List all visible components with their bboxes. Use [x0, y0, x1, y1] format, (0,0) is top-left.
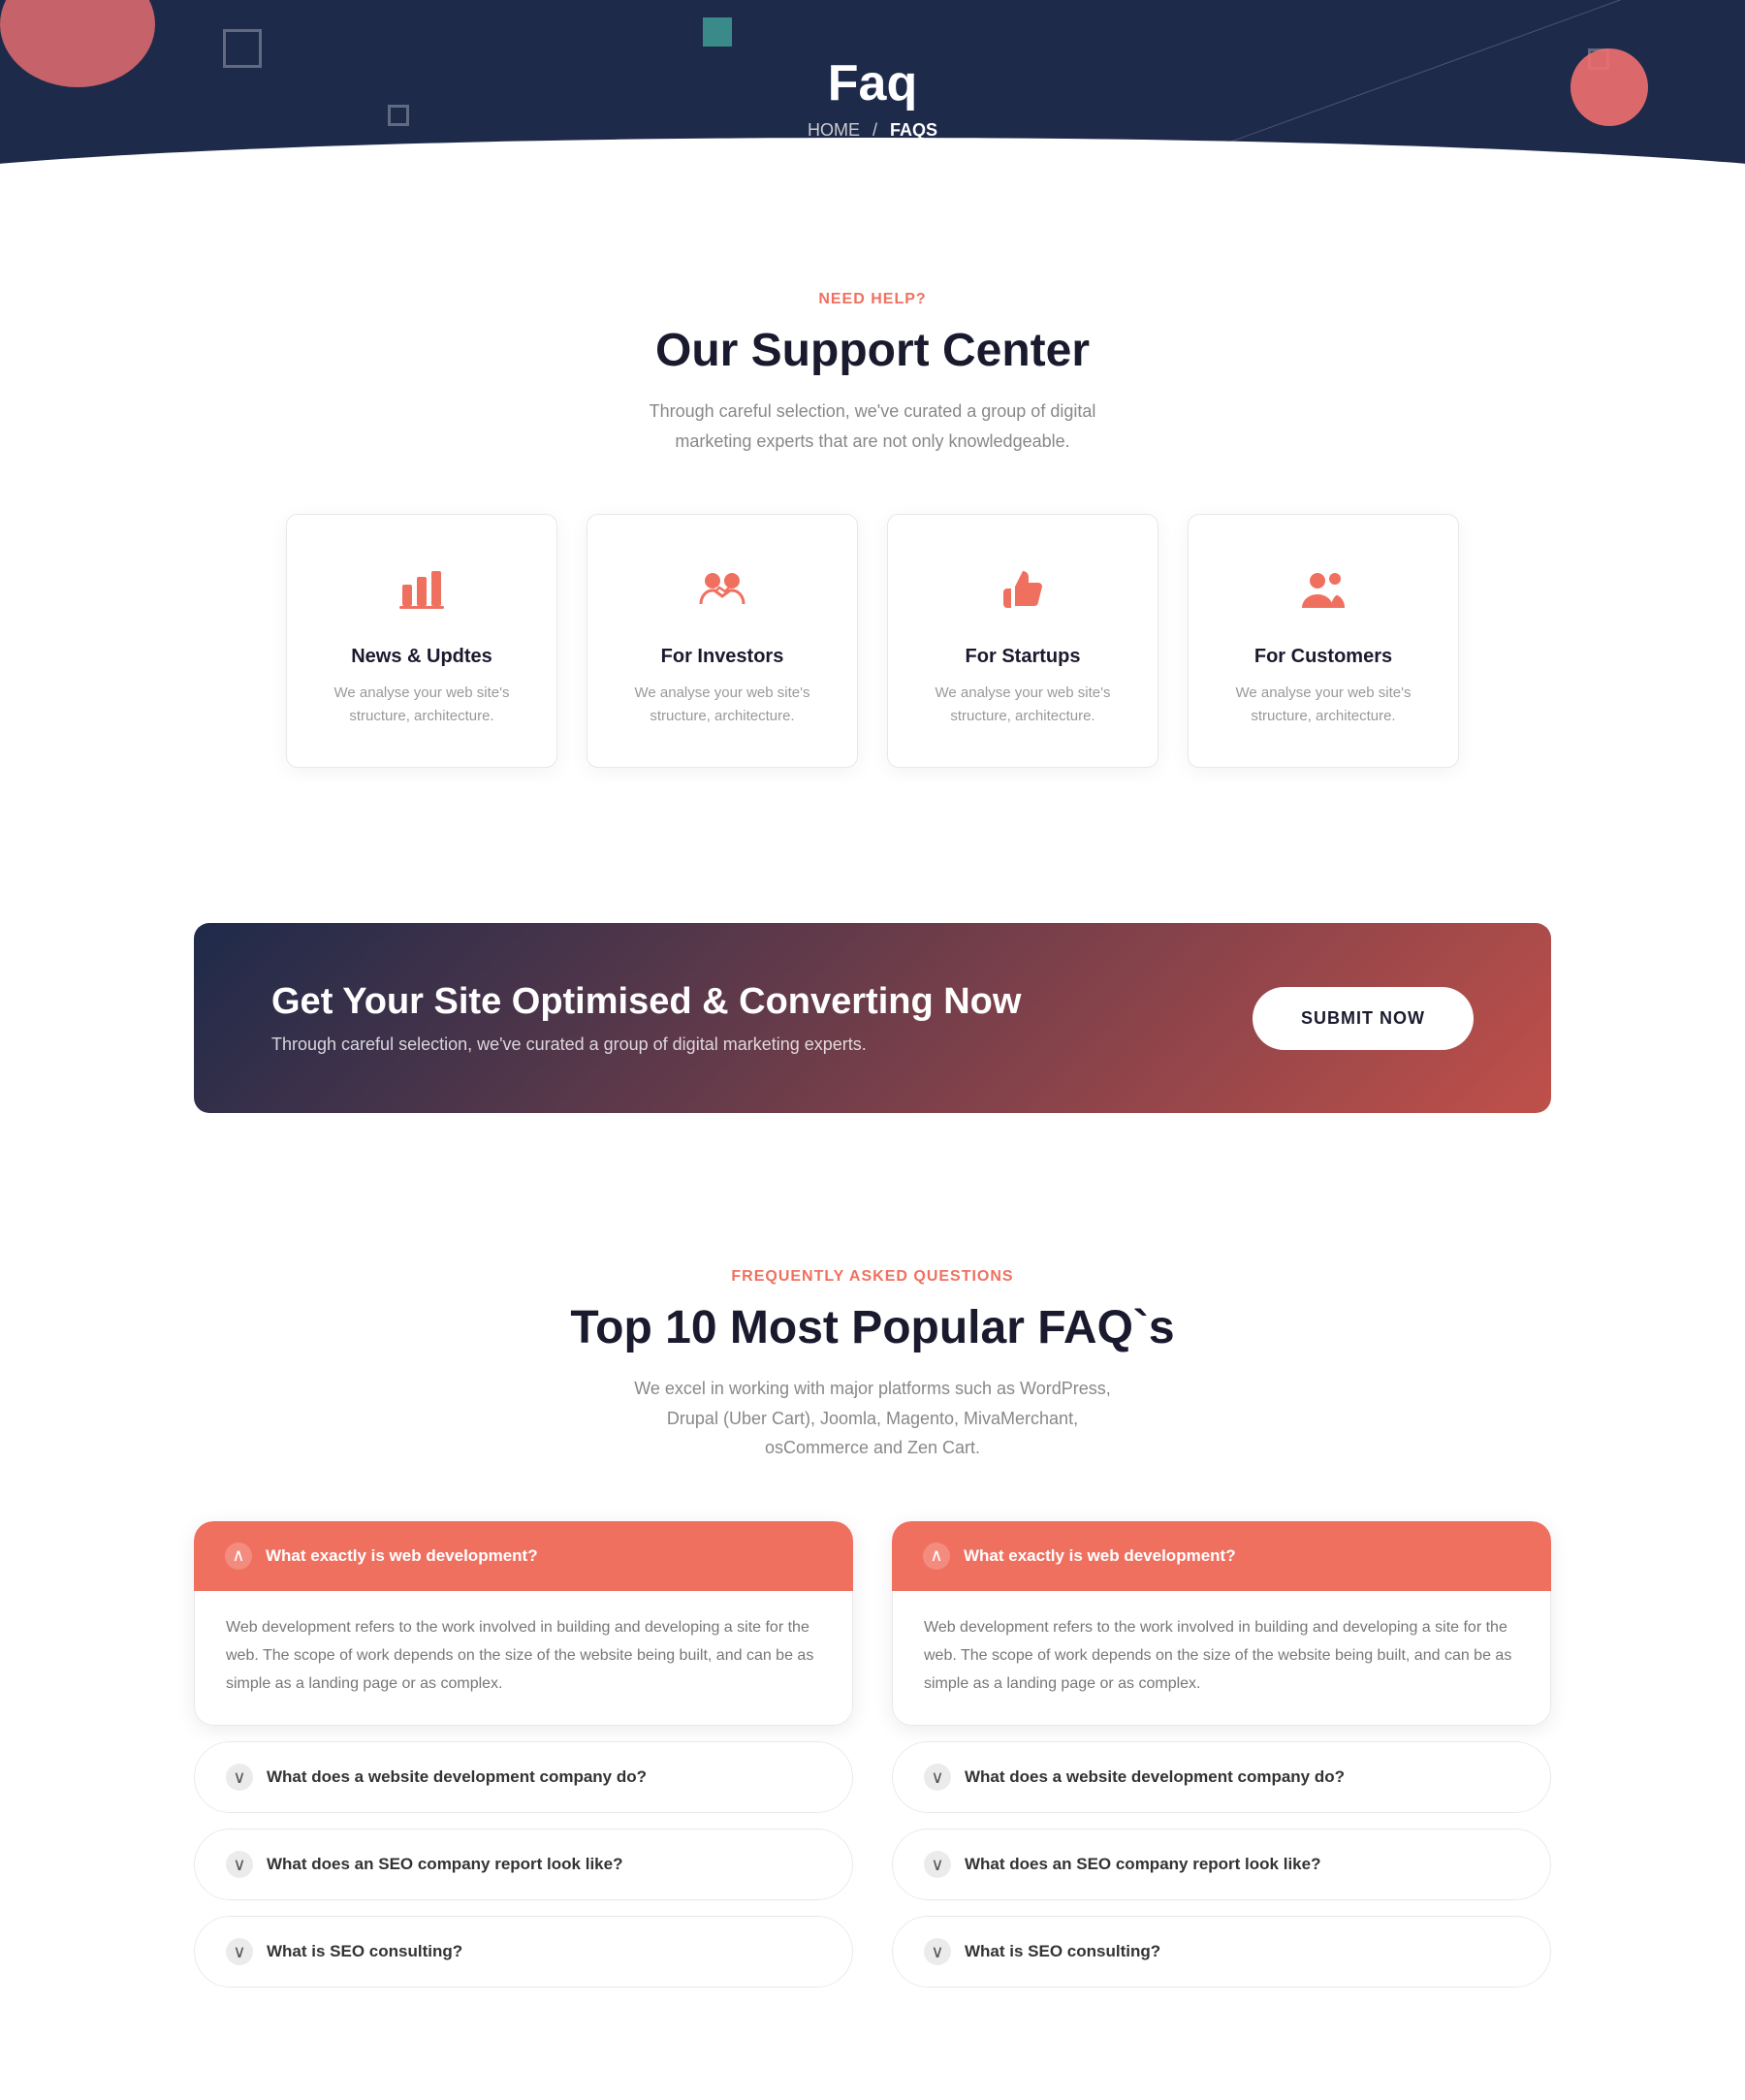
thumbsup-icon: [917, 563, 1128, 626]
deco-square-2: [703, 17, 732, 47]
card-customers-desc: We analyse your web site's structure, ar…: [1218, 682, 1429, 728]
faq-chevron-left-2: ∨: [226, 1764, 253, 1791]
deco-circle: [1570, 48, 1648, 126]
faq-description: We excel in working with major platforms…: [630, 1374, 1115, 1463]
faq-header-right-4[interactable]: ∨ What is SEO consulting?: [892, 1916, 1551, 1988]
faq-question-right-2: What does a website development company …: [965, 1767, 1519, 1787]
faq-header-left-1[interactable]: ∧ What exactly is web development?: [194, 1521, 853, 1591]
faq-chevron-right-3: ∨: [924, 1851, 951, 1878]
faq-chevron-right-4: ∨: [924, 1938, 951, 1965]
cta-description: Through careful selection, we've curated…: [271, 1034, 1021, 1055]
faq-item-left-2: ∨ What does a website development compan…: [194, 1741, 853, 1813]
card-customers-title: For Customers: [1218, 646, 1429, 668]
faq-question-left-2: What does a website development company …: [267, 1767, 821, 1787]
users-icon: [1218, 563, 1429, 626]
breadcrumb-home[interactable]: HOME: [808, 120, 860, 140]
faq-col-right: ∧ What exactly is web development? Web d…: [892, 1521, 1551, 2003]
faq-chevron-left-3: ∨: [226, 1851, 253, 1878]
faq-question-right-3: What does an SEO company report look lik…: [965, 1855, 1519, 1874]
faq-question-left-3: What does an SEO company report look lik…: [267, 1855, 821, 1874]
card-startups-title: For Startups: [917, 646, 1128, 668]
deco-square-1: [223, 29, 262, 68]
faq-item-left-3: ∨ What does an SEO company report look l…: [194, 1829, 853, 1900]
support-description: Through careful selection, we've curated…: [630, 397, 1115, 456]
card-customers: For Customers We analyse your web site's…: [1188, 514, 1459, 768]
deco-square-3: [388, 105, 409, 126]
page-title: Faq: [828, 54, 917, 112]
faq-item-right-2: ∨ What does a website development compan…: [892, 1741, 1551, 1813]
bar-chart-icon: [316, 563, 527, 626]
handshake-icon: [617, 563, 828, 626]
cta-banner: Get Your Site Optimised & Converting Now…: [194, 923, 1551, 1113]
faq-header-right-3[interactable]: ∨ What does an SEO company report look l…: [892, 1829, 1551, 1900]
faq-chevron-right-2: ∨: [924, 1764, 951, 1791]
faq-question-right-4: What is SEO consulting?: [965, 1942, 1519, 1961]
cta-text-block: Get Your Site Optimised & Converting Now…: [271, 981, 1021, 1055]
faq-body-left-1: Web development refers to the work invol…: [194, 1591, 853, 1726]
card-investors-desc: We analyse your web site's structure, ar…: [617, 682, 828, 728]
breadcrumb-sep: /: [872, 120, 877, 140]
card-news-title: News & Updtes: [316, 646, 527, 668]
support-title: Our Support Center: [194, 324, 1551, 377]
faq-title: Top 10 Most Popular FAQ`s: [194, 1301, 1551, 1354]
breadcrumb: HOME / FAQS: [808, 120, 937, 141]
faq-answer-left-1: Web development refers to the work invol…: [226, 1614, 821, 1698]
faq-chevron-right-1: ∧: [923, 1543, 950, 1570]
card-investors: For Investors We analyse your web site's…: [587, 514, 858, 768]
deco-blob: [0, 0, 155, 87]
faq-body-right-1: Web development refers to the work invol…: [892, 1591, 1551, 1726]
faq-col-left: ∧ What exactly is web development? Web d…: [194, 1521, 853, 2003]
faq-item-left-4: ∨ What is SEO consulting?: [194, 1916, 853, 1988]
faq-question-left-1: What exactly is web development?: [266, 1546, 822, 1566]
faq-chevron-left-1: ∧: [225, 1543, 252, 1570]
faq-answer-right-1: Web development refers to the work invol…: [924, 1614, 1519, 1698]
breadcrumb-current: FAQS: [890, 120, 937, 140]
faq-header-right-2[interactable]: ∨ What does a website development compan…: [892, 1741, 1551, 1813]
faq-item-right-4: ∨ What is SEO consulting?: [892, 1916, 1551, 1988]
faq-item-right-1: ∧ What exactly is web development? Web d…: [892, 1521, 1551, 1726]
faq-item-left-1: ∧ What exactly is web development? Web d…: [194, 1521, 853, 1726]
hero-header: Faq HOME / FAQS: [0, 0, 1745, 194]
faq-tag: FREQUENTLY ASKED QUESTIONS: [194, 1268, 1551, 1286]
cards-row: News & Updtes We analyse your web site's…: [194, 514, 1551, 768]
faq-pairs: ∧ What exactly is web development? Web d…: [194, 1521, 1551, 2003]
faq-section: FREQUENTLY ASKED QUESTIONS Top 10 Most P…: [0, 1191, 1745, 2100]
faq-header-left-4[interactable]: ∨ What is SEO consulting?: [194, 1916, 853, 1988]
card-investors-title: For Investors: [617, 646, 828, 668]
support-tag: NEED HELP?: [194, 291, 1551, 308]
faq-chevron-left-4: ∨: [226, 1938, 253, 1965]
support-section: NEED HELP? Our Support Center Through ca…: [0, 194, 1745, 845]
faq-question-right-1: What exactly is web development?: [964, 1546, 1520, 1566]
card-news-desc: We analyse your web site's structure, ar…: [316, 682, 527, 728]
faq-header-left-2[interactable]: ∨ What does a website development compan…: [194, 1741, 853, 1813]
submit-now-button[interactable]: SUBMIT NOW: [1253, 987, 1474, 1050]
faq-header-left-3[interactable]: ∨ What does an SEO company report look l…: [194, 1829, 853, 1900]
faq-question-left-4: What is SEO consulting?: [267, 1942, 821, 1961]
card-startups: For Startups We analyse your web site's …: [887, 514, 1158, 768]
card-startups-desc: We analyse your web site's structure, ar…: [917, 682, 1128, 728]
cta-title: Get Your Site Optimised & Converting Now: [271, 981, 1021, 1023]
card-news: News & Updtes We analyse your web site's…: [286, 514, 557, 768]
faq-header-right-1[interactable]: ∧ What exactly is web development?: [892, 1521, 1551, 1591]
faq-item-right-3: ∨ What does an SEO company report look l…: [892, 1829, 1551, 1900]
